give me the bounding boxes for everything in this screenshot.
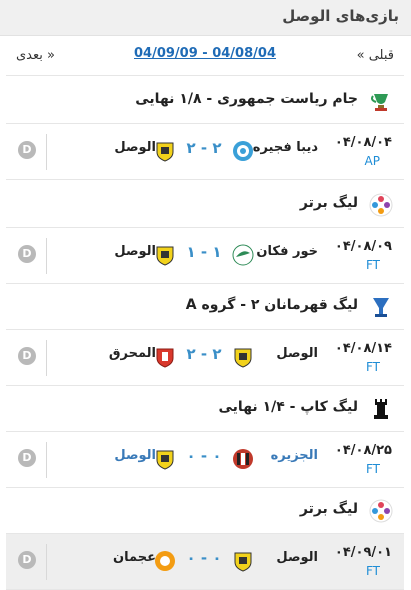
alwasl-logo [234,348,252,368]
away-team[interactable]: المحرق [109,346,156,361]
away-team[interactable]: الوصل [114,140,156,155]
alwasl-logo [156,246,174,266]
match-score: ۰ - ۰ [186,549,222,567]
widget-header: بازی‌های الوصل [0,0,411,36]
divider [46,340,47,376]
alwasl-logo [156,450,174,470]
away-team[interactable]: الوصل [114,244,156,259]
muharraq-logo [156,348,174,368]
match-score: ۲ - ۲ [186,139,222,157]
home-team[interactable]: خور فکان [256,244,318,259]
match-date: ۰۴/۰۹/۰۱ [334,545,392,560]
matches-widget: بازی‌های الوصل « قبلی 04/09/09 - 04/08/0… [0,0,411,590]
divider [46,442,47,478]
aljazira-logo [233,449,253,469]
details-button[interactable]: D [18,141,36,159]
competition-name: جام ریاست جمهوری - ۱/۸ نهایی [135,91,358,107]
rook-trophy-icon [374,399,388,419]
page-title: بازی‌های الوصل [282,7,399,25]
alwasl-logo [156,142,174,162]
divider [46,238,47,274]
competition-header[interactable]: جام ریاست جمهوری - ۱/۸ نهایی [6,78,404,124]
khorfakkan-logo [232,244,254,266]
match-status: FT [365,258,380,272]
match-score: ۰ - ۰ [186,447,222,465]
competition-header[interactable]: لیگ کاپ - ۱/۴ نهایی [6,386,404,432]
competition-name: لیگ قهرمانان ۲ - گروه A [185,297,358,313]
home-team[interactable]: الوصل [276,550,318,565]
details-button[interactable]: D [18,551,36,569]
divider [46,134,47,170]
competition-name: لیگ برتر [299,195,358,211]
match-row[interactable]: ۰۴/۰۸/۱۴ FT الوصل ۲ - ۲ المحرق D [6,330,404,386]
next-button[interactable]: بعدی » [16,48,55,63]
match-status: FT [365,564,380,578]
league-badge-icon [369,499,393,523]
competition-header[interactable]: لیگ قهرمانان ۲ - گروه A [6,284,404,330]
away-team[interactable]: عجمان [113,550,156,565]
competition-name: لیگ کاپ - ۱/۴ نهایی [218,399,358,415]
match-score: ۱ - ۱ [186,243,222,261]
divider [46,544,47,580]
alwasl-logo [234,552,252,572]
date-navigation: « قبلی 04/09/09 - 04/08/04 بعدی » [6,38,404,76]
home-team[interactable]: الجزیره [271,448,318,463]
competition-name: لیگ برتر [299,501,358,517]
match-row[interactable]: ۰۴/۰۹/۰۱ FT الوصل ۰ - ۰ عجمان D [6,534,404,590]
details-button[interactable]: D [18,245,36,263]
match-date: ۰۴/۰۸/۲۵ [334,443,392,458]
match-score: ۲ - ۲ [186,345,222,363]
details-button[interactable]: D [18,449,36,467]
match-date: ۰۴/۰۸/۰۹ [334,239,392,254]
match-row[interactable]: ۰۴/۰۸/۰۹ FT خور فکان ۱ - ۱ الوصل D [6,228,404,284]
ajman-logo [155,551,175,571]
competition-header[interactable]: لیگ برتر [6,182,404,228]
match-row[interactable]: ۰۴/۰۸/۰۴ AP دیبا فجیره ۲ - ۲ الوصل D [6,124,404,180]
away-team[interactable]: الوصل [114,448,156,463]
home-team[interactable]: الوصل [276,346,318,361]
match-date: ۰۴/۰۸/۰۴ [334,135,392,150]
match-status: AP [364,154,380,168]
match-status: FT [365,462,380,476]
trophy-green-icon [371,94,388,111]
date-range-link[interactable]: 04/09/09 - 04/08/04 [6,46,404,61]
league-badge-icon [369,193,393,217]
home-team[interactable]: دیبا فجیره [253,140,318,155]
match-date: ۰۴/۰۸/۱۴ [334,341,392,356]
match-status: FT [365,360,380,374]
dibba-logo [233,141,253,161]
match-row[interactable]: ۰۴/۰۸/۲۵ FT الجزیره ۰ - ۰ الوصل D [6,432,404,488]
competition-header[interactable]: لیگ برتر [6,488,404,534]
champions-trophy-icon [373,298,389,317]
details-button[interactable]: D [18,347,36,365]
